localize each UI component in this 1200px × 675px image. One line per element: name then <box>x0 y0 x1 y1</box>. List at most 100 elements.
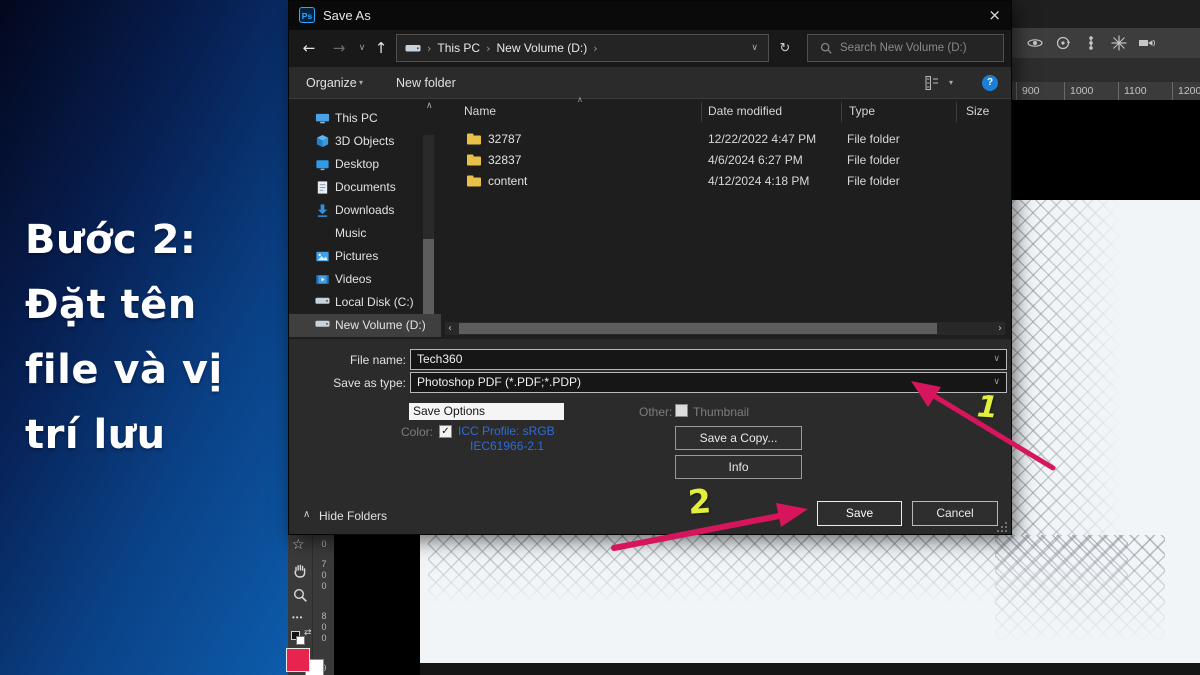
new-folder-button[interactable]: New folder <box>396 67 456 99</box>
sort-ascending-icon[interactable]: ∧ <box>577 95 583 104</box>
sidebar-item-pictures[interactable]: Pictures <box>289 245 441 268</box>
column-divider[interactable] <box>841 102 842 122</box>
document-icon <box>315 180 330 195</box>
column-header-date-modified[interactable]: Date modified <box>708 99 782 124</box>
ruler-label: 0 <box>319 539 329 550</box>
canvas-photo <box>1012 200 1200 535</box>
scroll-right-icon[interactable]: › <box>998 322 1002 335</box>
save-type-select[interactable]: Photoshop PDF (*.PDF;*.PDP) ∨ <box>410 372 1007 393</box>
save-type-label: Save as type: <box>316 376 406 390</box>
ruler-tick <box>1016 82 1017 100</box>
file-date: 12/22/2022 4:47 PM <box>708 132 816 146</box>
desktop-icon <box>315 157 330 172</box>
dialog-navbar: ← → ∨ ↑ › This PC › New Volume (D:) › ∨ … <box>289 30 1011 67</box>
sidebar-item-label: Music <box>335 222 366 245</box>
search-icon <box>820 42 833 55</box>
hide-folders-icon[interactable]: ∧ <box>303 509 310 520</box>
horizontal-scrollbar-thumb[interactable] <box>459 323 937 334</box>
custom-shape-icon[interactable]: ☆ <box>292 537 305 553</box>
close-icon[interactable]: × <box>988 1 1001 30</box>
table-row[interactable]: content 4/12/2024 4:18 PM File folder <box>441 171 1011 192</box>
hide-folders-button[interactable]: Hide Folders <box>319 509 387 523</box>
table-row[interactable]: 32837 4/6/2024 6:27 PM File folder <box>441 150 1011 171</box>
sidebar-item-documents[interactable]: Documents <box>289 176 441 199</box>
mesh-pattern <box>1012 200 1132 535</box>
resize-grip[interactable] <box>997 521 1008 532</box>
column-header-size[interactable]: Size <box>966 99 989 124</box>
sidebar-item-desktop[interactable]: Desktop <box>289 153 441 176</box>
ruler-label: 1100 <box>1124 85 1147 97</box>
zoom-icon[interactable] <box>293 588 308 603</box>
horizontal-scrollbar[interactable]: ‹ › <box>445 322 1005 335</box>
save-a-copy-button[interactable]: Save a Copy... <box>675 426 802 450</box>
up-icon[interactable]: ↑ <box>371 30 391 67</box>
swap-colors-icon[interactable]: ⇄ <box>304 628 312 638</box>
address-bar[interactable]: › This PC › New Volume (D:) › ∨ <box>396 34 769 62</box>
rotate-3d-icon[interactable] <box>1054 34 1072 52</box>
cancel-button[interactable]: Cancel <box>912 501 998 526</box>
sidebar-item-local-disk-c[interactable]: Local Disk (C:) <box>289 291 441 314</box>
file-name-input[interactable]: Tech360 ∨ <box>410 349 1007 370</box>
photoshop-gap-band <box>1012 58 1200 82</box>
ruler-tick <box>1118 82 1119 100</box>
dialog-titlebar: Ps Save As × <box>289 1 1011 30</box>
chevron-down-icon[interactable]: ∨ <box>993 350 1000 369</box>
refresh-icon[interactable]: ↻ <box>775 30 795 67</box>
back-icon[interactable]: ← <box>299 30 319 67</box>
more-tools-icon[interactable]: ••• <box>292 613 303 622</box>
column-header-type[interactable]: Type <box>849 99 875 124</box>
file-name: 32837 <box>488 153 521 167</box>
sidebar-item-music[interactable]: Music <box>289 222 441 245</box>
drive-icon <box>315 318 330 329</box>
scroll-left-icon[interactable]: ‹ <box>448 322 452 335</box>
thumbnail-label: Thumbnail <box>693 405 749 419</box>
color-section-label: Color: <box>397 425 433 439</box>
file-date: 4/12/2024 4:18 PM <box>708 174 809 188</box>
recent-locations-icon[interactable]: ∨ <box>352 30 372 67</box>
file-name: 32787 <box>488 132 521 146</box>
breadcrumb-this-pc[interactable]: This PC <box>433 41 484 55</box>
video-icon <box>315 272 330 287</box>
dolly-3d-icon[interactable] <box>1082 34 1100 52</box>
organize-button[interactable]: Organize <box>306 67 357 99</box>
chevron-right-icon: › <box>425 42 433 55</box>
icc-profile-checkbox[interactable]: ✓ <box>439 425 452 438</box>
sidebar-item-videos[interactable]: Videos <box>289 268 441 291</box>
move-3d-icon[interactable] <box>1110 34 1128 52</box>
save-button[interactable]: Save <box>817 501 902 526</box>
column-header-name[interactable]: Name <box>464 99 496 124</box>
chevron-down-icon[interactable]: ∨ <box>993 373 1000 392</box>
sidebar-item-this-pc[interactable]: This PC <box>289 107 441 130</box>
orbit-3d-icon[interactable] <box>1026 34 1044 52</box>
sidebar-item-new-volume-d[interactable]: New Volume (D:) <box>289 314 441 337</box>
column-divider[interactable] <box>956 102 957 122</box>
view-options-icon[interactable] <box>924 75 940 91</box>
canvas-black-area <box>1012 100 1200 200</box>
address-dropdown-icon[interactable]: ∨ <box>751 43 758 53</box>
table-row[interactable]: 32787 12/22/2022 4:47 PM File folder <box>441 129 1011 150</box>
search-box[interactable]: Search New Volume (D:) <box>807 34 1004 62</box>
camera-3d-icon[interactable] <box>1138 34 1158 52</box>
thumbnail-checkbox[interactable] <box>675 404 688 417</box>
info-button[interactable]: Info <box>675 455 802 479</box>
vertical-ruler: 0 700 800 9 <box>312 535 334 675</box>
icc-profile-label-2: IEC61966-2.1 <box>470 439 544 453</box>
sidebar-item-downloads[interactable]: Downloads <box>289 199 441 222</box>
horizontal-ruler: 900 1000 1100 1200 <box>1012 82 1200 100</box>
picture-icon <box>315 249 330 264</box>
mesh-pattern <box>995 535 1165 650</box>
callout-label-1: 1 <box>976 389 999 425</box>
screenshot-stage: Bước 2: Đặt tên file và vị trí lưu <box>0 0 1200 675</box>
ruler-tick <box>1172 82 1173 100</box>
column-divider[interactable] <box>701 102 702 122</box>
folder-icon <box>466 153 482 167</box>
foreground-color-swatch[interactable] <box>286 648 310 672</box>
hand-icon[interactable] <box>292 563 308 579</box>
organize-dropdown-icon: ▾ <box>359 67 363 99</box>
sidebar-item-3d-objects[interactable]: 3D Objects <box>289 130 441 153</box>
forward-icon[interactable]: → <box>329 30 349 67</box>
breadcrumb-new-volume[interactable]: New Volume (D:) <box>493 41 592 55</box>
drive-icon <box>315 295 330 306</box>
help-button[interactable]: ? <box>982 75 998 91</box>
view-dropdown-icon[interactable]: ▾ <box>949 67 953 99</box>
